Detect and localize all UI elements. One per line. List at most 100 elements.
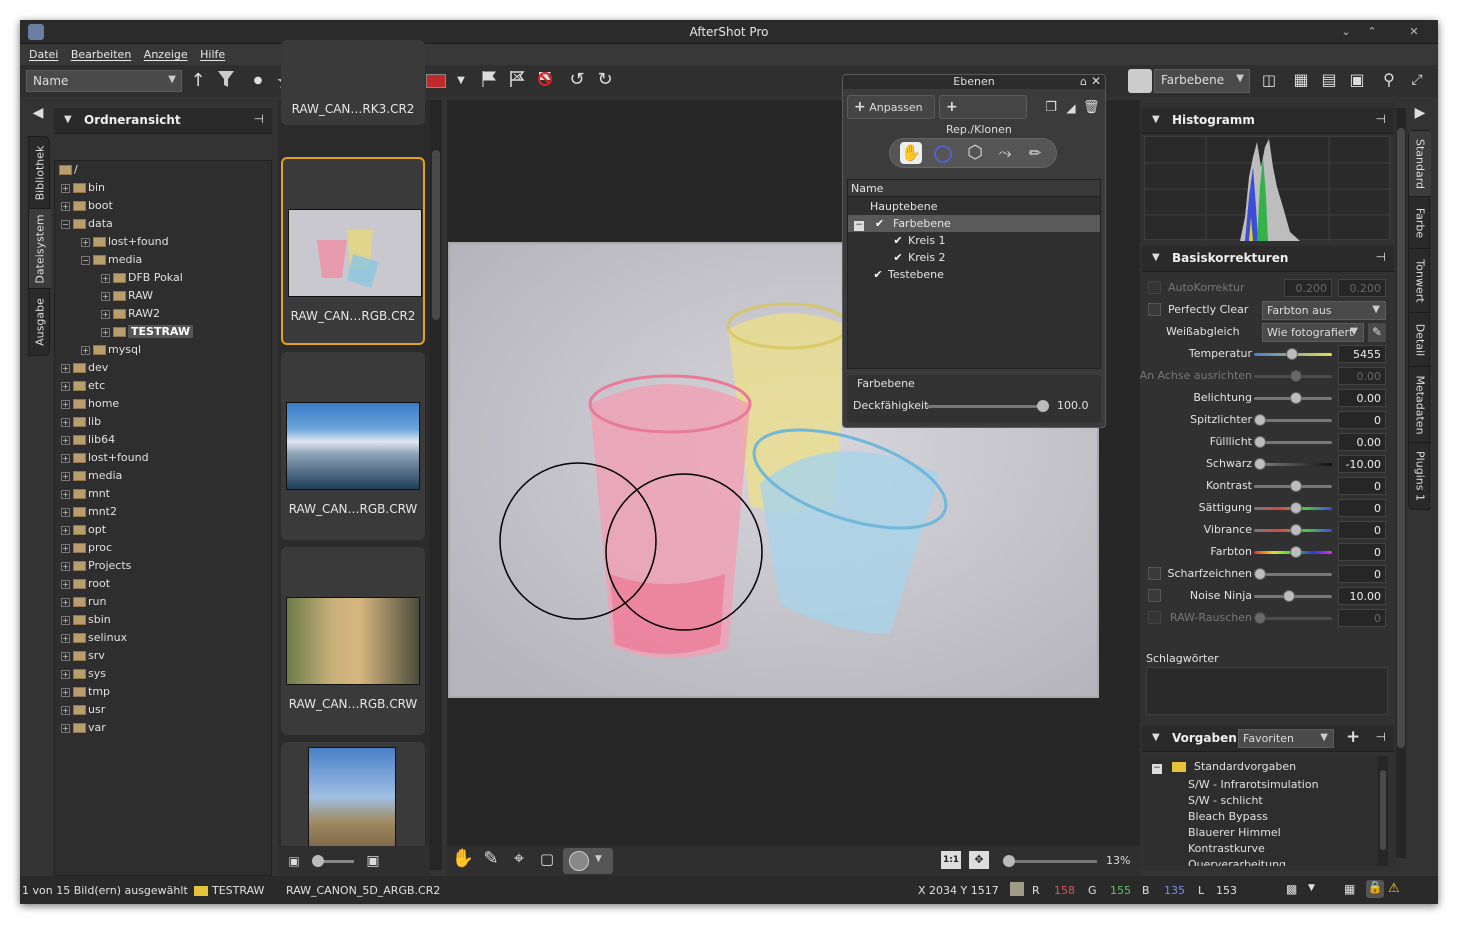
thumbnail-card[interactable]: RAW_CAN…RK3.CR2 — [281, 40, 425, 125]
reject-flag-icon[interactable] — [506, 69, 528, 95]
adjustment-knob[interactable] — [1254, 568, 1266, 580]
copy-layer-icon[interactable]: ❐ — [1043, 97, 1059, 119]
auto-value-2[interactable]: 0.200 — [1338, 279, 1386, 297]
zoom-knob[interactable] — [1003, 855, 1015, 867]
scrollbar-thumb[interactable] — [432, 150, 440, 320]
preset-item[interactable]: S/W - schlicht — [1188, 794, 1263, 807]
white-balance-dropdown[interactable]: Wie fotografiert ▼ — [1262, 323, 1364, 342]
tab-metadaten[interactable]: Metadaten — [1409, 367, 1431, 443]
expand-icon[interactable]: + — [61, 471, 70, 481]
adjustment-value[interactable]: 0 — [1338, 521, 1386, 539]
filter-icon[interactable] — [215, 69, 237, 95]
expand-icon[interactable]: + — [101, 273, 110, 283]
adjustment-knob[interactable] — [1282, 590, 1295, 602]
adjustment-knob[interactable] — [1290, 524, 1302, 536]
adjustment-value[interactable]: 0.00 — [1338, 389, 1386, 407]
expand-icon[interactable]: + — [101, 291, 110, 301]
menu-datei[interactable]: Datei — [29, 48, 58, 61]
expand-icon[interactable]: + — [61, 561, 70, 571]
preset-folder-row[interactable]: − Standardvorgaben — [1152, 760, 1296, 774]
presets-header[interactable]: ▼ Vorgaben Favoriten ▼ + ⊣ — [1142, 726, 1394, 752]
expand-icon[interactable]: + — [81, 345, 90, 355]
tab-standard[interactable]: Standard — [1409, 131, 1431, 197]
expand-icon[interactable]: + — [61, 651, 70, 661]
no-rating-dot-icon[interactable]: ● — [250, 70, 266, 92]
adjustment-value[interactable]: 5455 — [1338, 345, 1386, 363]
circle-region-icon[interactable] — [934, 145, 952, 163]
presets-filter-dropdown[interactable]: Favoriten ▼ — [1238, 729, 1334, 748]
tree-item[interactable]: + sys — [61, 665, 106, 683]
tree-item[interactable]: + mysql — [81, 341, 141, 359]
check-icon[interactable]: ✔ — [892, 252, 904, 264]
sort-direction-icon[interactable]: ↑ — [188, 70, 208, 92]
expand-icon[interactable]: + — [61, 705, 70, 715]
preset-item[interactable]: Bleach Bypass — [1188, 810, 1268, 823]
single-view-icon[interactable]: ▣ — [1346, 69, 1368, 91]
adjustment-knob[interactable] — [1254, 414, 1266, 426]
tree-item[interactable]: + TESTRAW — [101, 323, 194, 341]
pin-icon[interactable]: ⊣ — [1376, 730, 1386, 744]
expand-icon[interactable]: + — [61, 201, 70, 211]
adjustment-value[interactable]: 0.00 — [1338, 367, 1386, 385]
opacity-knob[interactable] — [1037, 400, 1049, 412]
invert-layer-icon[interactable]: ◢ — [1063, 97, 1079, 119]
tab-ausgabe[interactable]: Ausgabe — [29, 289, 51, 355]
tree-item[interactable]: + lost+found — [81, 233, 169, 251]
adjustment-checkbox[interactable] — [1148, 589, 1161, 602]
auto-value-1[interactable]: 0.200 — [1284, 279, 1332, 297]
adjustment-slider[interactable] — [1254, 546, 1332, 558]
expand-icon[interactable]: + — [61, 633, 70, 643]
adjustment-knob[interactable] — [1290, 502, 1302, 514]
close-icon[interactable]: ✕ — [1404, 23, 1424, 40]
tab-dateisystem[interactable]: Dateisystem — [29, 209, 51, 289]
grid-view-icon[interactable]: ▦ — [1290, 69, 1312, 91]
expand-icon[interactable]: + — [61, 507, 70, 517]
preset-item[interactable]: Kontrastkurve — [1188, 842, 1265, 855]
maximize-icon[interactable]: ⌃ — [1362, 23, 1382, 40]
tree-item[interactable]: + mnt2 — [61, 503, 117, 521]
crop-icon[interactable]: ⌖ — [507, 848, 531, 870]
expand-icon[interactable]: + — [61, 489, 70, 499]
tree-item[interactable]: + mnt — [61, 485, 110, 503]
fullscreen-icon[interactable]: ⤢ — [1406, 69, 1428, 91]
expand-icon[interactable]: + — [81, 237, 90, 247]
tree-item[interactable]: + lib64 — [61, 431, 115, 449]
tree-item[interactable]: + opt — [61, 521, 106, 539]
expand-icon[interactable]: + — [61, 543, 70, 553]
opacity-slider[interactable] — [927, 400, 1049, 412]
adjustment-knob[interactable] — [1254, 436, 1266, 448]
pin-icon[interactable]: ⊣ — [254, 112, 264, 126]
actual-size-button[interactable]: 1:1 — [941, 851, 961, 869]
circle-region-tool[interactable]: ▼ — [563, 848, 613, 874]
rotate-left-icon[interactable]: ↺ — [566, 69, 588, 91]
check-icon[interactable]: ✔ — [874, 218, 886, 230]
monitor-icon[interactable]: ◫ — [1258, 69, 1280, 91]
adjustment-knob[interactable] — [1254, 458, 1266, 470]
tree-item[interactable]: + root — [61, 575, 110, 593]
right-panel-scrollbar[interactable] — [1396, 108, 1406, 858]
histogram-header[interactable]: ▼ Histogramm ⊣ — [1142, 108, 1394, 134]
fit-screen-icon[interactable]: ✥ — [969, 851, 989, 869]
scrollbar-thumb[interactable] — [1380, 770, 1386, 850]
adjustment-value[interactable]: 0 — [1338, 565, 1386, 583]
preset-item[interactable]: S/W - Infrarotsimulation — [1188, 778, 1319, 791]
adjustment-slider[interactable] — [1254, 568, 1332, 580]
adjust-layer-button[interactable]: + Anpassen — [847, 95, 935, 119]
collapse-icon[interactable]: − — [81, 255, 90, 265]
large-thumb-icon[interactable]: ▣ — [364, 850, 382, 872]
tree-item[interactable]: + RAW — [101, 287, 153, 305]
compare-icon[interactable]: ▦ — [1344, 882, 1355, 896]
adjustment-slider[interactable] — [1254, 370, 1332, 382]
collapse-icon[interactable]: − — [1152, 764, 1162, 774]
expand-icon[interactable]: + — [61, 669, 70, 679]
tree-item[interactable]: + tmp — [61, 683, 110, 701]
farbton-dropdown[interactable]: Farbton aus ▼ — [1262, 301, 1386, 320]
add-preset-icon[interactable]: + — [1346, 727, 1360, 747]
presets-scrollbar[interactable] — [1378, 756, 1388, 866]
layer-row-kreis2[interactable]: ✔ Kreis 2 — [848, 249, 1100, 266]
adjustment-value[interactable]: 0 — [1338, 477, 1386, 495]
layer-select-dropdown[interactable]: Farbebene ▼ — [1154, 69, 1250, 93]
adjustment-slider[interactable] — [1254, 480, 1332, 492]
lock-icon[interactable]: 🔒 — [1366, 880, 1384, 898]
adjustment-knob[interactable] — [1290, 392, 1302, 404]
